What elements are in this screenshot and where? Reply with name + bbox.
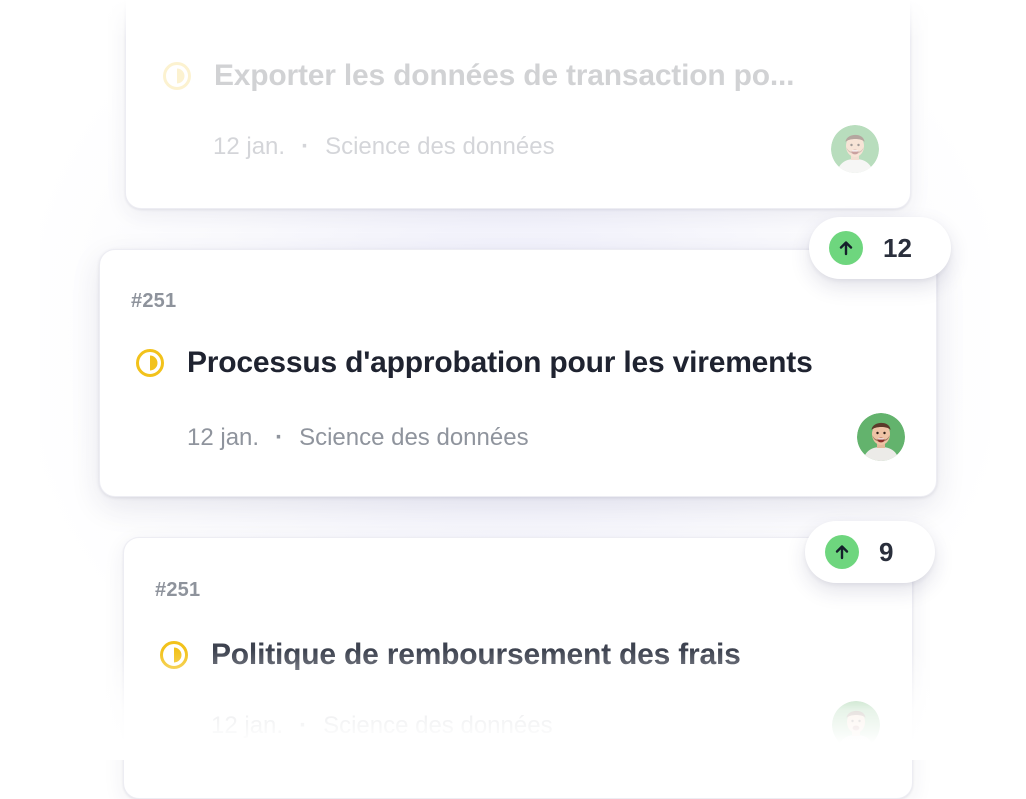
issue-team[interactable]: Science des données (299, 424, 529, 452)
issue-team[interactable]: Science des données (325, 133, 555, 161)
arrow-up-icon (829, 231, 863, 265)
issue-date: 12 jan. (213, 133, 286, 160)
upvote-button[interactable]: 12 (809, 217, 951, 279)
vote-count: 12 (883, 232, 912, 263)
arrow-up-icon (825, 535, 859, 569)
issue-card-virements[interactable]: #251 Processus d'approbation pour les vi… (99, 249, 937, 497)
half-circle-status-icon (163, 62, 191, 90)
issue-meta: 12 jan. · Science des données (213, 133, 555, 161)
meta-separator: · (299, 712, 308, 739)
vote-count: 9 (879, 536, 894, 567)
issue-title-row: Exporter les données de transaction po..… (162, 59, 794, 93)
issue-title-row: Processus d'approbation pour les viremen… (135, 346, 813, 380)
meta-separator: · (275, 424, 284, 451)
card-fade-overlay (126, 0, 910, 208)
issue-id: #251 (155, 579, 201, 601)
issue-title[interactable]: Politique de remboursement des frais (211, 638, 741, 672)
issue-card-export[interactable]: Exporter les données de transaction po..… (125, 0, 911, 209)
issue-date: 12 jan. (211, 712, 284, 739)
issue-title-row: Politique de remboursement des frais (159, 638, 741, 672)
issue-meta: 12 jan. · Science des données (211, 712, 553, 740)
half-circle-status-icon (160, 641, 188, 669)
user-avatar[interactable] (832, 701, 880, 749)
user-avatar[interactable] (831, 125, 879, 173)
issue-id: #251 (131, 290, 177, 312)
issue-title[interactable]: Exporter les données de transaction po..… (214, 59, 794, 93)
user-avatar[interactable] (857, 413, 905, 461)
upvote-button[interactable]: 9 (805, 521, 935, 583)
issue-title[interactable]: Processus d'approbation pour les viremen… (187, 346, 813, 380)
issue-meta: 12 jan. · Science des données (187, 424, 529, 452)
issue-date: 12 jan. (187, 424, 260, 451)
half-circle-status-icon (136, 349, 164, 377)
issue-team[interactable]: Science des données (323, 712, 553, 740)
meta-separator: · (301, 133, 310, 160)
